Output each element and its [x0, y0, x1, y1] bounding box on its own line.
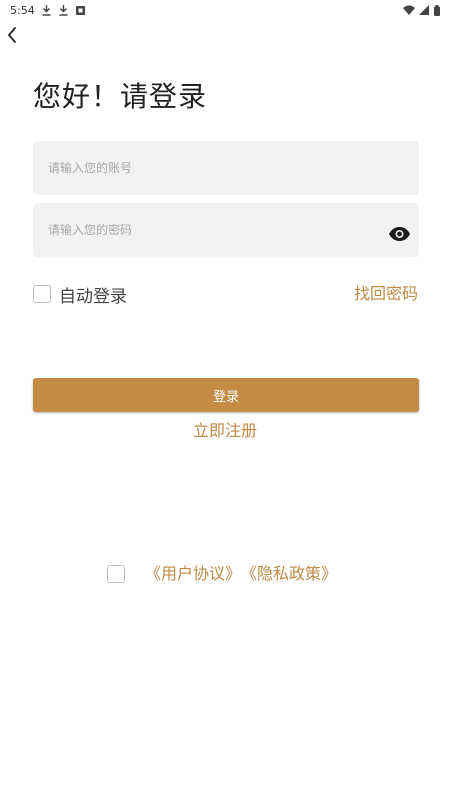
- auto-login-option[interactable]: 自动登录: [33, 283, 127, 307]
- password-field[interactable]: [33, 203, 419, 257]
- download-icon: [59, 4, 69, 16]
- register-link: 立即注册: [0, 420, 450, 442]
- auto-login-label: 自动登录: [59, 286, 127, 307]
- eye-icon: [388, 227, 410, 241]
- account-field[interactable]: [33, 141, 419, 195]
- back-button[interactable]: [3, 24, 21, 46]
- page-title: 您好！请登录: [33, 80, 208, 113]
- download-icon: [42, 4, 52, 16]
- register-link-text[interactable]: 立即注册: [193, 421, 257, 440]
- status-left: 5:54: [10, 4, 86, 17]
- status-right: [403, 4, 440, 16]
- status-time: 5:54: [10, 3, 35, 17]
- password-visibility-toggle[interactable]: [388, 223, 410, 245]
- auto-login-checkbox[interactable]: [33, 285, 51, 303]
- battery-icon: [433, 4, 440, 16]
- forgot-password-link[interactable]: 找回密码: [354, 283, 418, 305]
- agreement-checkbox[interactable]: [107, 565, 125, 583]
- account-input[interactable]: [48, 161, 368, 175]
- status-bar: 5:54: [0, 0, 450, 20]
- login-button[interactable]: 登录: [33, 378, 419, 412]
- app-badge-icon: [76, 4, 86, 16]
- signal-icon: [419, 4, 429, 16]
- chevron-left-icon: [8, 27, 16, 43]
- password-input[interactable]: [48, 223, 368, 237]
- privacy-policy-link[interactable]: 《隐私政策》: [241, 563, 337, 585]
- user-agreement-link[interactable]: 《用户协议》: [145, 563, 241, 585]
- agreement-row: 《用户协议》 《隐私政策》: [107, 563, 337, 585]
- wifi-icon: [403, 4, 415, 16]
